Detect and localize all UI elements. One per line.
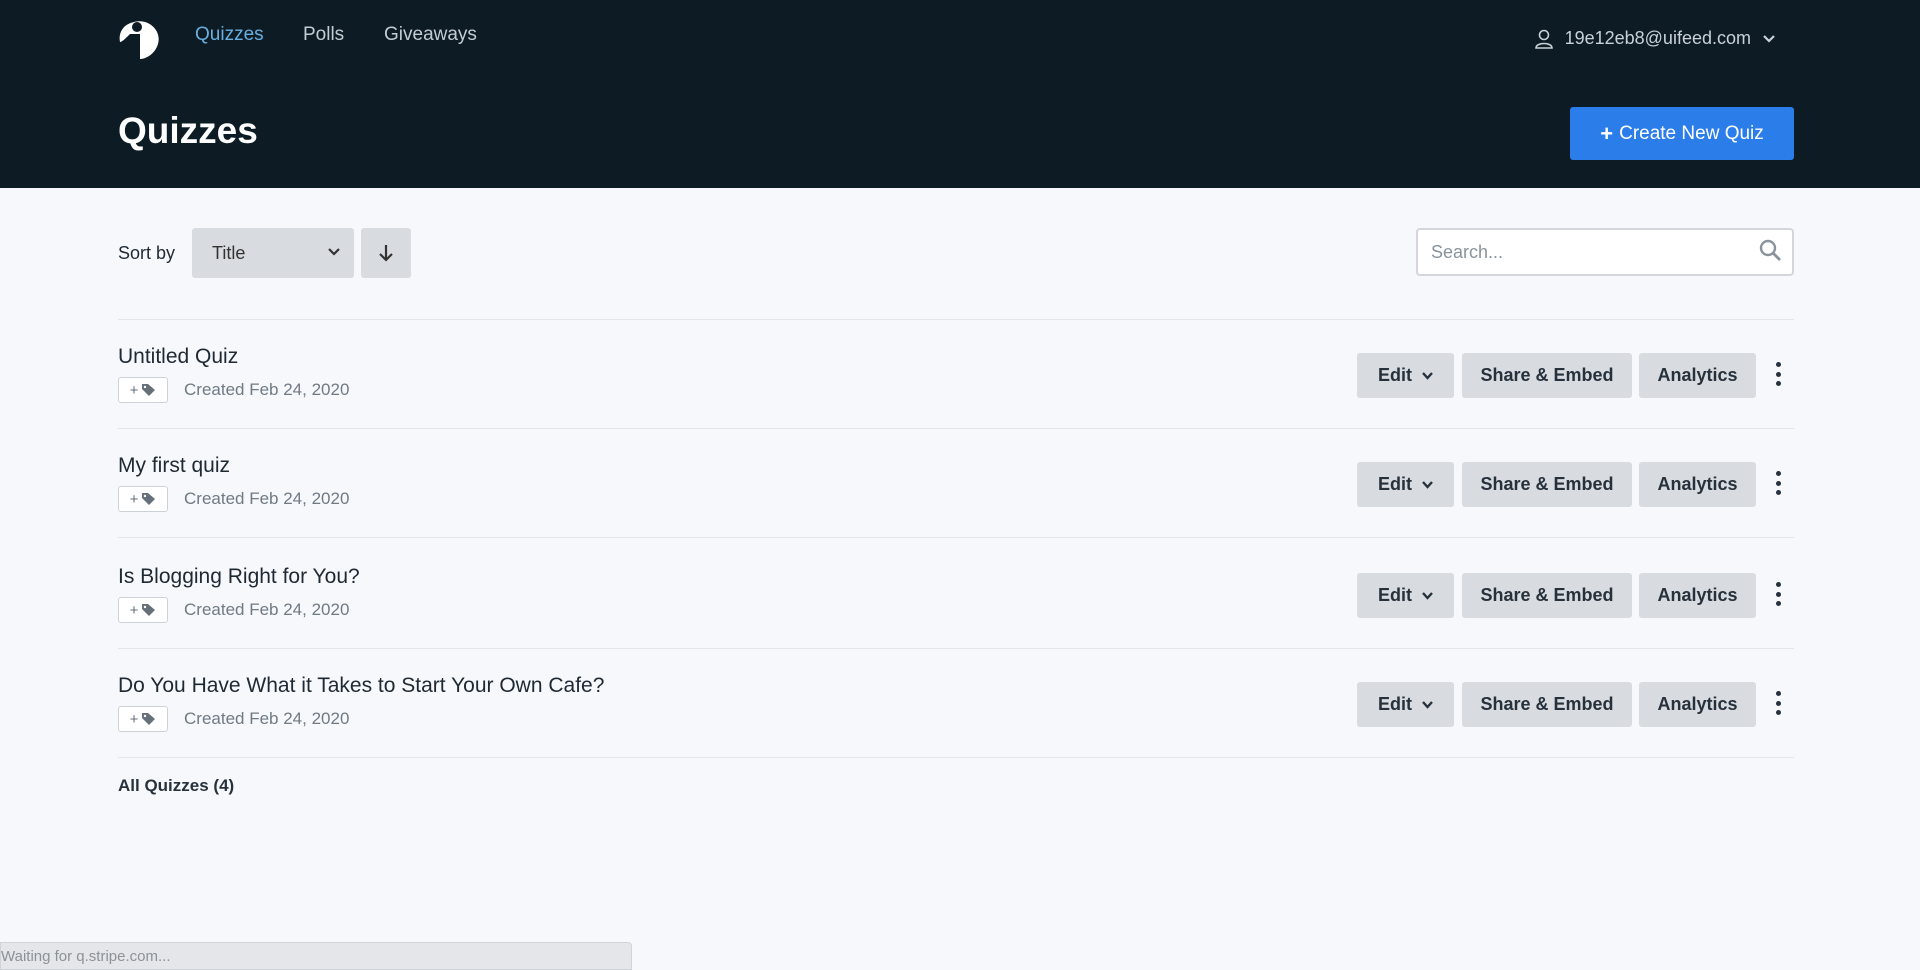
chevron-down-icon: [328, 248, 340, 256]
edit-button[interactable]: Edit: [1357, 353, 1454, 398]
share-embed-button[interactable]: Share & Embed: [1462, 353, 1632, 398]
analytics-button[interactable]: Analytics: [1639, 353, 1756, 398]
edit-label: Edit: [1378, 585, 1412, 605]
analytics-button[interactable]: Analytics: [1639, 462, 1756, 507]
search-icon[interactable]: [1758, 238, 1782, 262]
chevron-down-icon: [1422, 480, 1433, 489]
search-input[interactable]: [1418, 230, 1738, 274]
quiz-row: Is Blogging Right for You? + Created Feb…: [118, 539, 1794, 648]
quiz-row: Do You Have What it Takes to Start Your …: [118, 648, 1794, 757]
sort-value: Title: [212, 243, 246, 263]
created-date: Created Feb 24, 2020: [184, 489, 350, 508]
all-quizzes-count: All Quizzes (4): [118, 776, 235, 795]
plus-icon: +: [1600, 120, 1614, 146]
chevron-down-icon: [1763, 34, 1775, 43]
create-new-quiz-button[interactable]: + Create New Quiz: [1570, 107, 1794, 160]
divider: [118, 757, 1794, 758]
nav-giveaways[interactable]: Giveaways: [384, 24, 477, 46]
user-icon: [1534, 29, 1553, 49]
more-options-icon[interactable]: [1772, 579, 1784, 609]
edit-label: Edit: [1378, 365, 1412, 385]
more-options-icon[interactable]: [1772, 688, 1784, 718]
plus-icon: +: [129, 601, 139, 619]
created-date: Created Feb 24, 2020: [184, 380, 350, 399]
add-tag-button[interactable]: +: [118, 706, 168, 732]
nav-quizzes[interactable]: Quizzes: [195, 24, 264, 46]
user-email: 19e12eb8@uifeed.com: [1564, 28, 1751, 48]
page-title: Quizzes: [118, 110, 258, 151]
share-embed-button[interactable]: Share & Embed: [1462, 462, 1632, 507]
sort-label: Sort by: [118, 243, 176, 263]
plus-icon: +: [129, 381, 139, 399]
quiz-title[interactable]: My first quiz: [118, 454, 230, 478]
share-embed-button[interactable]: Share & Embed: [1462, 573, 1632, 618]
chevron-down-icon: [1422, 591, 1433, 600]
sort-direction-button[interactable]: [361, 228, 411, 278]
uifeed-logo-icon[interactable]: [118, 14, 160, 60]
chevron-down-icon: [1422, 700, 1433, 709]
sort-select[interactable]: Title: [192, 228, 354, 278]
create-label: Create New Quiz: [1619, 122, 1764, 144]
quiz-title[interactable]: Untitled Quiz: [118, 345, 238, 369]
search-box: [1416, 228, 1794, 276]
browser-status-bar: Waiting for q.stripe.com...: [0, 942, 632, 970]
more-options-icon[interactable]: [1772, 359, 1784, 389]
edit-label: Edit: [1378, 474, 1412, 494]
quiz-title[interactable]: Is Blogging Right for You?: [118, 565, 360, 589]
quiz-title[interactable]: Do You Have What it Takes to Start Your …: [118, 674, 604, 698]
quiz-row: My first quiz + Created Feb 24, 2020 Edi…: [118, 428, 1794, 537]
edit-button[interactable]: Edit: [1357, 462, 1454, 507]
analytics-button[interactable]: Analytics: [1639, 573, 1756, 618]
created-date: Created Feb 24, 2020: [184, 600, 350, 619]
add-tag-button[interactable]: +: [118, 377, 168, 403]
tag-icon: [142, 604, 156, 616]
edit-button[interactable]: Edit: [1357, 682, 1454, 727]
add-tag-button[interactable]: +: [118, 486, 168, 512]
tag-icon: [142, 493, 156, 505]
analytics-button[interactable]: Analytics: [1639, 682, 1756, 727]
edit-label: Edit: [1378, 694, 1412, 714]
edit-button[interactable]: Edit: [1357, 573, 1454, 618]
more-options-icon[interactable]: [1772, 468, 1784, 498]
plus-icon: +: [129, 710, 139, 728]
arrow-down-icon: [379, 245, 393, 262]
top-header: Quizzes Polls Giveaways 19e12eb8@uifeed.…: [0, 0, 1920, 188]
nav-polls[interactable]: Polls: [303, 24, 344, 46]
user-menu[interactable]: 19e12eb8@uifeed.com: [1534, 28, 1775, 49]
share-embed-button[interactable]: Share & Embed: [1462, 682, 1632, 727]
chevron-down-icon: [1422, 371, 1433, 380]
tag-icon: [142, 713, 156, 725]
created-date: Created Feb 24, 2020: [184, 709, 350, 728]
quiz-row: Untitled Quiz + Created Feb 24, 2020 Edi…: [118, 319, 1794, 428]
tag-icon: [142, 384, 156, 396]
add-tag-button[interactable]: +: [118, 597, 168, 623]
divider: [118, 537, 1794, 538]
plus-icon: +: [129, 490, 139, 508]
